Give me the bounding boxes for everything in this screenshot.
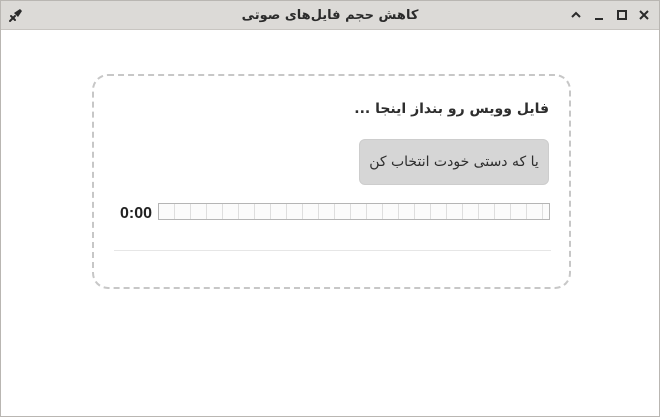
window-title: کاهش حجم فایل‌های صوتی: [241, 8, 419, 23]
minimize-icon[interactable]: [591, 7, 607, 23]
title-bar[interactable]: کاهش حجم فایل‌های صوتی: [1, 1, 659, 30]
audio-seek-bar[interactable]: [158, 203, 550, 220]
drop-prompt: فایل وویس رو بنداز اینجا ...: [354, 101, 549, 117]
divider: [114, 250, 551, 251]
playback-time: 0:00: [120, 205, 153, 222]
file-drop-zone[interactable]: فایل وویس رو بنداز اینجا ... یا که دستی …: [92, 74, 571, 289]
maximize-icon[interactable]: [614, 7, 630, 23]
app-window: کاهش حجم فایل‌های صوتی فایل وویس رو بندا…: [0, 0, 660, 417]
close-icon[interactable]: [636, 7, 652, 23]
chevron-up-icon[interactable]: [568, 7, 584, 23]
select-file-button[interactable]: یا که دستی خودت انتخاب کن: [359, 139, 549, 185]
